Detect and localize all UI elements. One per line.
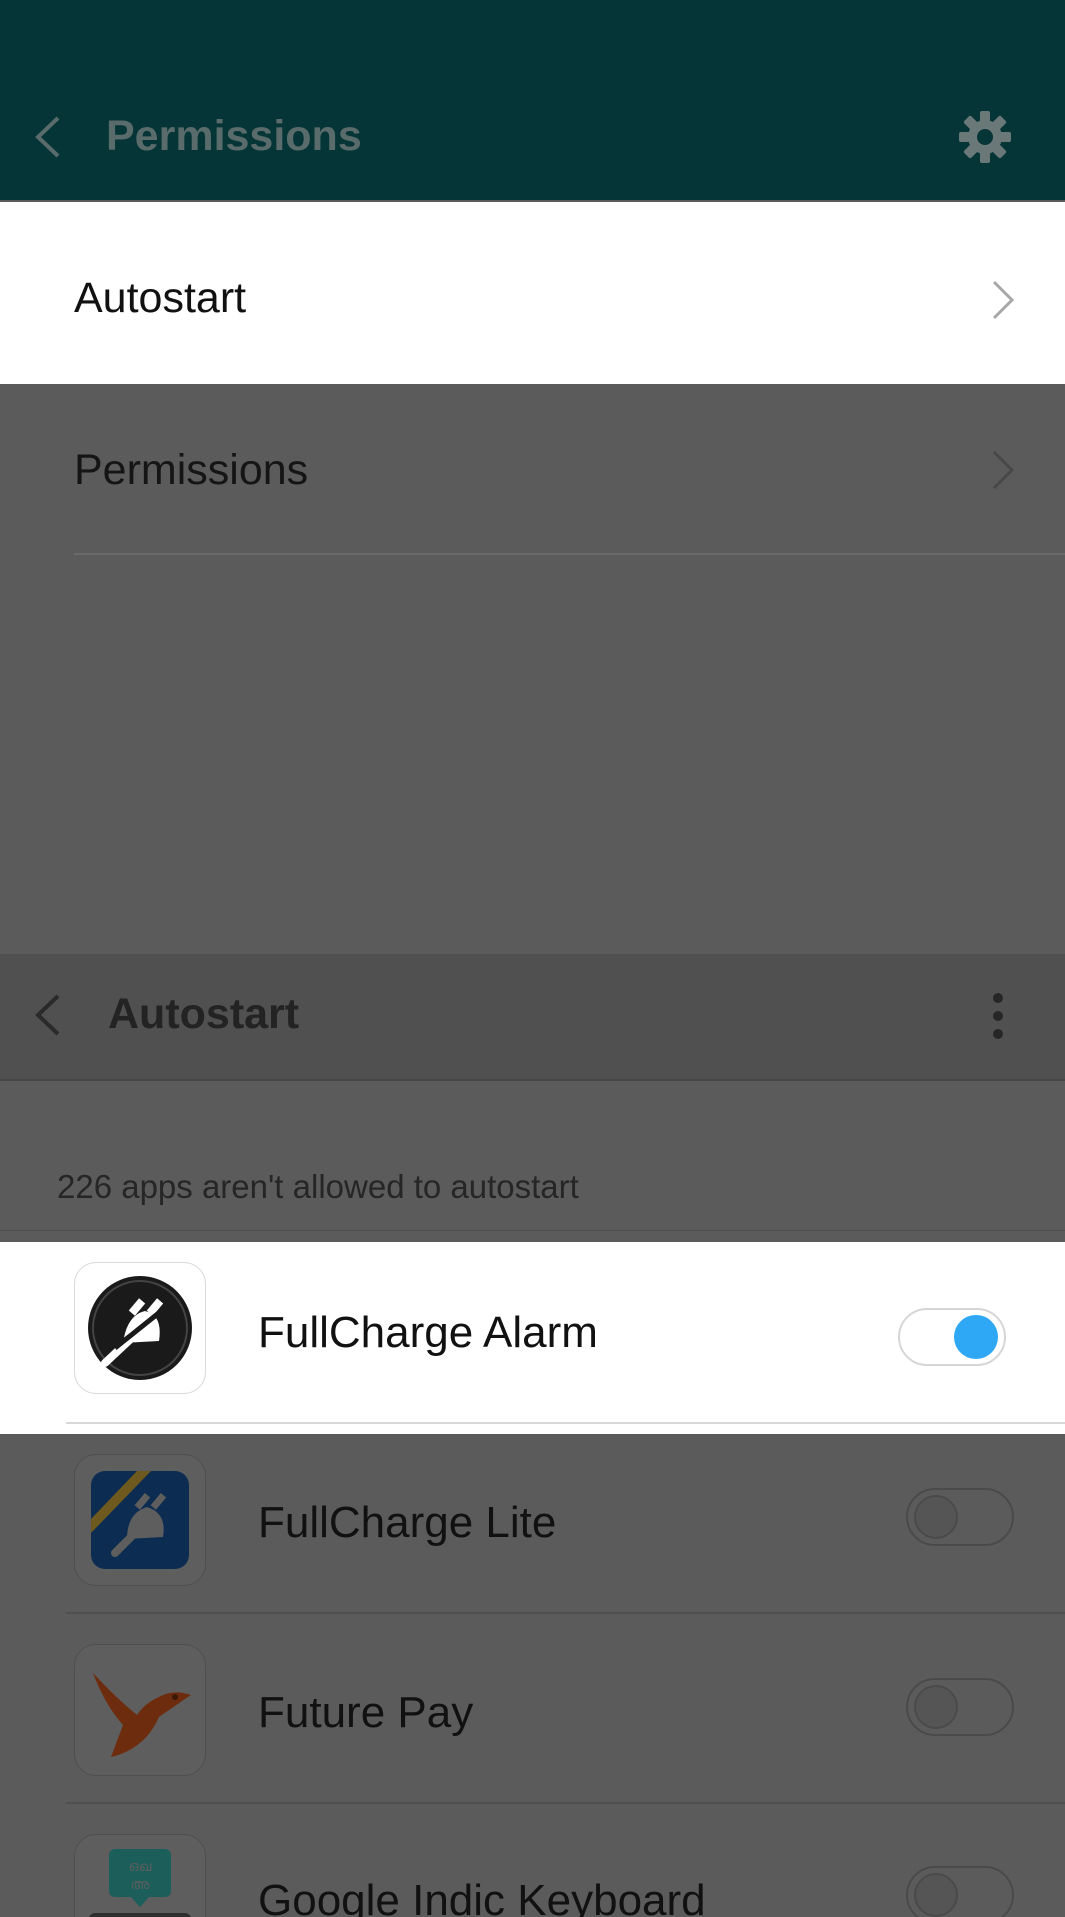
gear-icon[interactable] bbox=[958, 110, 1012, 164]
app-name: FullCharge Lite bbox=[258, 1498, 557, 1547]
toggle-knob bbox=[914, 1495, 958, 1539]
app-row-fullcharge-alarm[interactable]: FullCharge Alarm bbox=[0, 1242, 1065, 1434]
svg-text:അ: അ bbox=[130, 1877, 150, 1893]
page-title: Permissions bbox=[106, 112, 362, 160]
app-name: Google Indic Keyboard bbox=[258, 1876, 706, 1917]
chevron-right-icon bbox=[988, 448, 1018, 492]
back-arrow-icon[interactable] bbox=[30, 990, 70, 1045]
app-row-google-indic-keyboard[interactable]: ഒഖ അ Google Indic Keyboard bbox=[0, 1814, 1065, 1917]
more-options-icon[interactable] bbox=[988, 988, 1008, 1049]
autostart-label: Autostart bbox=[74, 274, 247, 322]
divider bbox=[0, 1230, 1065, 1231]
toggle-knob bbox=[914, 1685, 958, 1729]
autostart-toggle[interactable] bbox=[906, 1678, 1014, 1736]
autostart-toolbar: Autostart bbox=[0, 954, 1065, 1081]
google-indic-keyboard-app-icon: ഒഖ അ bbox=[74, 1834, 206, 1917]
svg-text:ഒഖ: ഒഖ bbox=[129, 1859, 152, 1875]
toggle-knob bbox=[914, 1873, 958, 1917]
app-name: FullCharge Alarm bbox=[258, 1308, 598, 1357]
back-arrow-icon[interactable] bbox=[28, 112, 68, 162]
fullcharge-alarm-app-icon bbox=[74, 1262, 206, 1394]
top-app-bar: Permissions bbox=[0, 0, 1065, 200]
divider bbox=[66, 1612, 1065, 1614]
autostart-toggle[interactable] bbox=[906, 1488, 1014, 1546]
future-pay-app-icon bbox=[74, 1644, 206, 1776]
divider bbox=[66, 1422, 1065, 1424]
divider bbox=[66, 1802, 1065, 1804]
autostart-toggle[interactable] bbox=[898, 1308, 1006, 1366]
toggle-knob bbox=[954, 1315, 998, 1359]
app-row-future-pay[interactable]: Future Pay bbox=[0, 1624, 1065, 1814]
autostart-toggle[interactable] bbox=[906, 1866, 1014, 1917]
chevron-right-icon bbox=[988, 278, 1018, 322]
fullcharge-lite-app-icon bbox=[74, 1454, 206, 1586]
app-name: Future Pay bbox=[258, 1688, 474, 1737]
permissions-menu-item[interactable]: Permissions bbox=[0, 384, 1065, 554]
permissions-label: Permissions bbox=[74, 446, 309, 494]
autostart-count-text: 226 apps aren't allowed to autostart bbox=[57, 1168, 579, 1205]
toolbar-title: Autostart bbox=[108, 990, 300, 1038]
app-row-fullcharge-lite[interactable]: FullCharge Lite bbox=[0, 1434, 1065, 1624]
autostart-menu-item[interactable]: Autostart bbox=[0, 202, 1065, 384]
divider bbox=[74, 553, 1065, 555]
